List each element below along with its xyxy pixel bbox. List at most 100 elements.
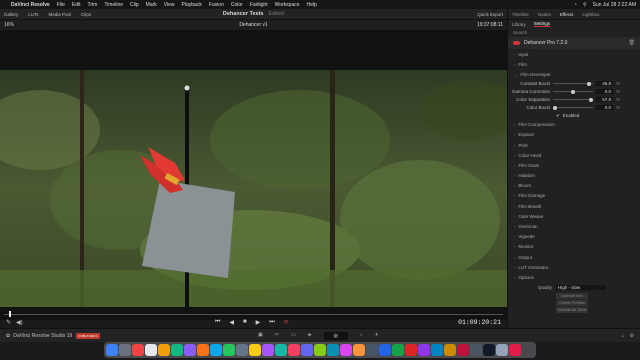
wifi-icon[interactable]: ◔ xyxy=(574,2,577,8)
dock-app-icon[interactable] xyxy=(119,344,131,356)
menu-help[interactable]: Help xyxy=(307,2,317,8)
reset-icon[interactable]: ⟲ xyxy=(616,105,620,111)
media-pool-button[interactable]: Media Pool xyxy=(49,12,72,17)
quick-export-button[interactable]: Quick Export xyxy=(477,12,503,17)
app-menu[interactable]: DaVinci Resolve xyxy=(11,2,50,8)
clock[interactable]: Sun Jul 28 2:22 AM xyxy=(593,2,636,8)
play-icon[interactable]: ▶ xyxy=(256,319,261,326)
menu-file[interactable]: File xyxy=(57,2,65,8)
clip-name[interactable]: Dehancer v1 xyxy=(0,22,507,28)
menu-clip[interactable]: Clip xyxy=(130,2,139,8)
dock-app-icon[interactable] xyxy=(496,344,508,356)
page-edit-icon[interactable]: ▭ xyxy=(291,332,296,340)
stop-icon[interactable]: ■ xyxy=(243,319,247,326)
search-icon[interactable]: ⚲ xyxy=(583,2,587,8)
reset-icon[interactable]: ⟲ xyxy=(616,97,620,103)
effects-panel-button[interactable]: Effects xyxy=(560,12,574,17)
page-color-icon[interactable]: ◎ xyxy=(323,331,348,340)
slider-knob[interactable] xyxy=(587,81,591,86)
dock-app-icon[interactable] xyxy=(210,344,222,356)
page-deliver-icon[interactable]: ✈ xyxy=(374,332,378,340)
section-print[interactable]: › Print xyxy=(508,140,640,150)
settings-icon[interactable]: ⚙ xyxy=(630,333,634,339)
disable-all-tools-button[interactable]: Disable All Tools xyxy=(556,306,588,313)
section-vignette[interactable]: › Vignette xyxy=(508,232,640,242)
dock-app-icon[interactable] xyxy=(483,344,495,356)
tab-settings[interactable]: Settings xyxy=(533,21,551,27)
play-reverse-icon[interactable]: ◀ xyxy=(229,319,234,326)
lightbox-panel-button[interactable]: Lightbox xyxy=(583,12,600,17)
reset-icon[interactable]: ⟲ xyxy=(616,81,620,87)
section-film-damage[interactable]: › Film Damage xyxy=(508,191,640,201)
section-options[interactable]: › Options xyxy=(508,272,640,282)
slider-knob[interactable] xyxy=(553,105,557,110)
dock-app-icon[interactable] xyxy=(275,344,287,356)
nodes-panel-button[interactable]: Nodes xyxy=(538,12,551,17)
dock-app-icon[interactable] xyxy=(457,344,469,356)
value-field[interactable]: 0.0 xyxy=(596,105,613,111)
dock-app-icon[interactable] xyxy=(392,344,404,356)
plugin-enable-toggle[interactable] xyxy=(513,41,520,45)
go-end-icon[interactable]: ⏭ xyxy=(269,319,274,326)
timeline-panel-button[interactable]: Timeline xyxy=(512,12,529,17)
quality-select[interactable]: High - slow xyxy=(556,284,606,290)
dock-app-icon[interactable] xyxy=(249,344,261,356)
license-info-button[interactable]: License info xyxy=(556,292,588,299)
dock-app-icon[interactable] xyxy=(158,344,170,356)
section-film-breath[interactable]: › Film Breath xyxy=(508,201,640,211)
slider[interactable] xyxy=(553,105,593,110)
menu-timeline[interactable]: Timeline xyxy=(104,2,123,8)
dock-app-icon[interactable] xyxy=(353,344,365,356)
pen-icon[interactable]: ✎ xyxy=(6,319,11,326)
menu-workspace[interactable]: Workspace xyxy=(275,2,300,8)
section-film-compression[interactable]: › Film Compression xyxy=(508,120,640,130)
dock-app-icon[interactable] xyxy=(379,344,391,356)
dock-app-icon[interactable] xyxy=(418,344,430,356)
dock-app-icon[interactable] xyxy=(314,344,326,356)
section-expand[interactable]: › Expand xyxy=(508,130,640,140)
dock-app-icon[interactable] xyxy=(509,344,521,356)
dock-app-icon[interactable] xyxy=(288,344,300,356)
page-cut-icon[interactable]: ✂ xyxy=(275,332,279,340)
volume-icon[interactable]: ◀) xyxy=(16,319,23,326)
check-profiles-button[interactable]: Check Profiles xyxy=(556,299,588,306)
dock-app-icon[interactable] xyxy=(223,344,235,356)
slider[interactable] xyxy=(553,89,593,94)
section-input[interactable]: › Input xyxy=(508,49,640,59)
dock-app-icon[interactable] xyxy=(184,344,196,356)
dock-app-icon[interactable] xyxy=(197,344,209,356)
section-film[interactable]: › Film xyxy=(508,59,640,69)
dock-app-icon[interactable] xyxy=(431,344,443,356)
page-media-icon[interactable]: ▣ xyxy=(258,332,263,340)
slider-knob[interactable] xyxy=(589,97,593,102)
dock-app-icon[interactable] xyxy=(405,344,417,356)
scrub-track[interactable] xyxy=(4,314,503,315)
section-lut-generator[interactable]: › LUT Generator xyxy=(508,262,640,272)
dock-app-icon[interactable] xyxy=(301,344,313,356)
section-halation[interactable]: › Halation xyxy=(508,171,640,181)
gallery-button[interactable]: Gallery xyxy=(4,12,18,17)
section-output[interactable]: › Output xyxy=(508,252,640,262)
menu-edit[interactable]: Edit xyxy=(72,2,81,8)
menu-view[interactable]: View xyxy=(164,2,175,8)
dock-app-icon[interactable] xyxy=(366,344,378,356)
menu-trim[interactable]: Trim xyxy=(88,2,98,8)
go-start-icon[interactable]: ⏮ xyxy=(215,319,220,326)
reset-icon[interactable]: ⟲ xyxy=(616,89,620,95)
viewer[interactable] xyxy=(0,30,507,320)
search-field[interactable]: Search xyxy=(508,28,640,37)
slider[interactable] xyxy=(553,81,593,86)
loop-icon[interactable]: ⟳ xyxy=(284,319,289,326)
home-icon[interactable]: ⌂ xyxy=(621,333,624,339)
dock-app-icon[interactable] xyxy=(132,344,144,356)
dock-app-icon[interactable] xyxy=(236,344,248,356)
dock-app-icon[interactable] xyxy=(145,344,157,356)
dock-app-icon[interactable] xyxy=(106,344,118,356)
dock-app-icon[interactable] xyxy=(262,344,274,356)
section-monitor[interactable]: › Monitor xyxy=(508,242,640,252)
section-overscan[interactable]: › Overscan xyxy=(508,221,640,231)
value-field[interactable]: 46.8 xyxy=(596,81,613,87)
scrubber[interactable] xyxy=(0,308,507,317)
page-fusion-icon[interactable]: ◈ xyxy=(308,332,312,340)
section-film-grain[interactable]: › Film Grain xyxy=(508,160,640,170)
